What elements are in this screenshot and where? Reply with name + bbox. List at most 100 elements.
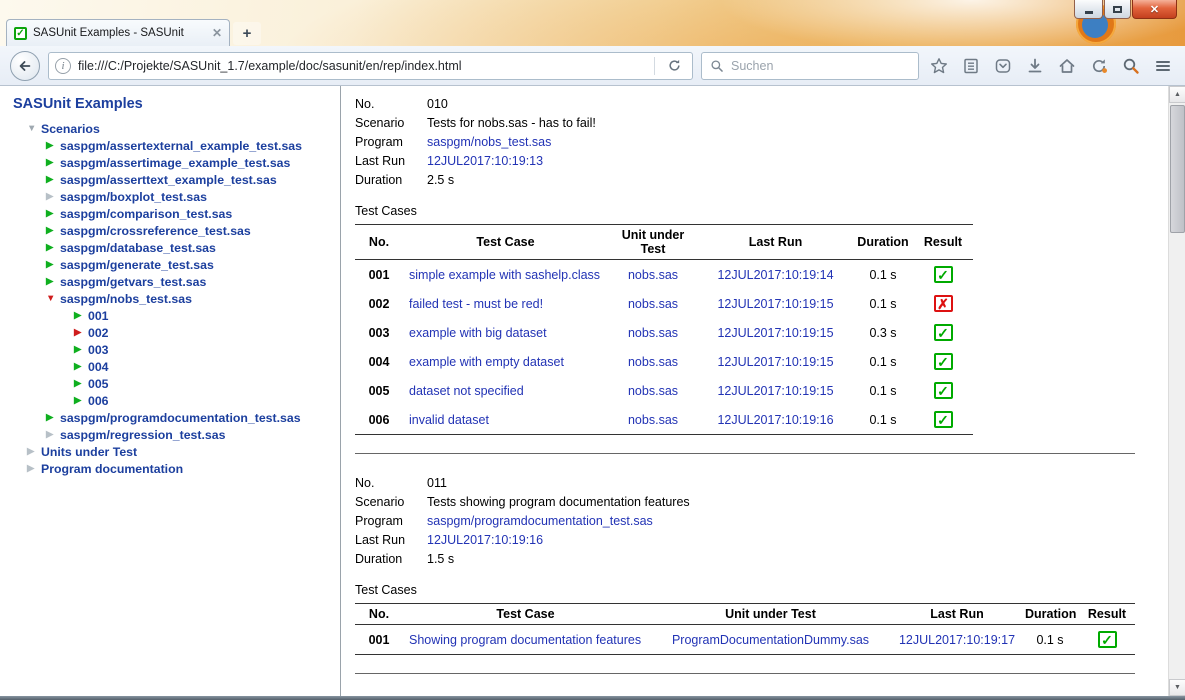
tree-item-label[interactable]: saspgm/nobs_test.sas (60, 292, 192, 306)
collapse-icon[interactable]: ▼ (46, 293, 60, 304)
tree-item-label[interactable]: saspgm/assertexternal_example_test.sas (60, 139, 302, 153)
close-button[interactable]: ✕ (1132, 0, 1177, 19)
tree-item-13[interactable]: ▶ 003 (0, 341, 340, 358)
tree-item-19[interactable]: ▶ Units under Test (0, 443, 340, 460)
tree-item-7[interactable]: ▶ saspgm/database_test.sas (0, 239, 340, 256)
tree-item-label[interactable]: saspgm/asserttext_example_test.sas (60, 173, 277, 187)
collapse-icon[interactable]: ▼ (27, 123, 41, 134)
tree-item-6[interactable]: ▶ saspgm/crossreference_test.sas (0, 222, 340, 239)
tree-item-label[interactable]: saspgm/assertimage_example_test.sas (60, 156, 290, 170)
sync-icon[interactable] (1087, 54, 1111, 78)
tree-item-14[interactable]: ▶ 004 (0, 358, 340, 375)
detail-value-link[interactable]: saspgm/nobs_test.sas (427, 133, 551, 152)
expand-icon[interactable]: ▶ (46, 157, 60, 168)
expand-icon[interactable]: ▶ (46, 140, 60, 151)
tree-item-label[interactable]: saspgm/crossreference_test.sas (60, 224, 251, 238)
pocket-icon[interactable] (991, 54, 1015, 78)
tree-item-label[interactable]: saspgm/getvars_test.sas (60, 275, 206, 289)
tree-item-3[interactable]: ▶ saspgm/asserttext_example_test.sas (0, 171, 340, 188)
tree-item-15[interactable]: ▶ 005 (0, 375, 340, 392)
test-case-link[interactable]: failed test - must be red! (403, 289, 608, 318)
url-bar[interactable]: i file:///C:/Projekte/SASUnit_1.7/exampl… (48, 51, 693, 80)
last-run-link[interactable]: 12JUL2017:10:19:15 (698, 289, 853, 318)
last-run-link[interactable]: 12JUL2017:10:19:17 (893, 625, 1021, 655)
tree-item-label[interactable]: Scenarios (41, 122, 100, 136)
tree-item-20[interactable]: ▶ Program documentation (0, 460, 340, 477)
last-run-link[interactable]: 12JUL2017:10:19:15 (698, 347, 853, 376)
last-run-link[interactable]: 12JUL2017:10:19:15 (698, 376, 853, 405)
downloads-icon[interactable] (1023, 54, 1047, 78)
tree-item-label[interactable]: saspgm/database_test.sas (60, 241, 216, 255)
expand-icon[interactable]: ▶ (74, 395, 88, 406)
unit-under-test-link[interactable]: nobs.sas (608, 289, 698, 318)
tab-sasunit-examples[interactable]: ✓ SASUnit Examples - SASUnit ✕ (6, 19, 230, 46)
unit-under-test-link[interactable]: nobs.sas (608, 347, 698, 376)
expand-icon[interactable]: ▶ (74, 361, 88, 372)
detail-value-link[interactable]: 12JUL2017:10:19:16 (427, 531, 543, 550)
detail-value-link[interactable]: 12JUL2017:10:19:13 (427, 152, 543, 171)
detail-value-link[interactable]: saspgm/programdocumentation_test.sas (427, 512, 653, 531)
tree-item-label[interactable]: saspgm/comparison_test.sas (60, 207, 232, 221)
tree-item-0[interactable]: ▼ Scenarios (0, 120, 340, 137)
page-info-icon[interactable]: i (55, 57, 71, 74)
last-run-link[interactable]: 12JUL2017:10:19:15 (698, 318, 853, 347)
new-tab-button[interactable]: + (233, 22, 261, 45)
expand-icon[interactable]: ▶ (27, 463, 41, 474)
tree-item-label[interactable]: Program documentation (41, 462, 183, 476)
expand-icon[interactable]: ▶ (46, 412, 60, 423)
test-case-link[interactable]: example with empty dataset (403, 347, 608, 376)
tree-item-label[interactable]: Units under Test (41, 445, 137, 459)
tree-item-12[interactable]: ▶ 002 (0, 324, 340, 341)
maximize-button[interactable] (1104, 0, 1131, 19)
expand-icon[interactable]: ▶ (74, 378, 88, 389)
tree-item-label[interactable]: 001 (88, 309, 109, 323)
tree-item-1[interactable]: ▶ saspgm/assertexternal_example_test.sas (0, 137, 340, 154)
tree-item-17[interactable]: ▶ saspgm/programdocumentation_test.sas (0, 409, 340, 426)
unit-under-test-link[interactable]: nobs.sas (608, 376, 698, 405)
url-text[interactable]: file:///C:/Projekte/SASUnit_1.7/example/… (78, 59, 647, 73)
tree-item-label[interactable]: 004 (88, 360, 109, 374)
menu-icon[interactable] (1151, 54, 1175, 78)
tree-item-label[interactable]: 005 (88, 377, 109, 391)
scrollbar-thumb[interactable] (1170, 105, 1185, 233)
test-case-link[interactable]: example with big dataset (403, 318, 608, 347)
unit-under-test-link[interactable]: ProgramDocumentationDummy.sas (648, 625, 893, 655)
vertical-scrollbar[interactable]: ▲ ▼ (1168, 86, 1185, 696)
last-run-link[interactable]: 12JUL2017:10:19:14 (698, 260, 853, 290)
search-box[interactable]: Suchen (701, 51, 919, 80)
tree-item-label[interactable]: saspgm/regression_test.sas (60, 428, 225, 442)
search-addon-icon[interactable] (1119, 54, 1143, 78)
expand-icon[interactable]: ▶ (46, 208, 60, 219)
expand-icon[interactable]: ▶ (74, 327, 88, 338)
expand-icon[interactable]: ▶ (46, 191, 60, 202)
tree-item-label[interactable]: saspgm/boxplot_test.sas (60, 190, 207, 204)
tree-item-2[interactable]: ▶ saspgm/assertimage_example_test.sas (0, 154, 340, 171)
expand-icon[interactable]: ▶ (46, 174, 60, 185)
expand-icon[interactable]: ▶ (46, 259, 60, 270)
tree-item-label[interactable]: 002 (88, 326, 109, 340)
tree-item-label[interactable]: 006 (88, 394, 109, 408)
expand-icon[interactable]: ▶ (46, 225, 60, 236)
bookmarks-menu-icon[interactable] (959, 54, 983, 78)
unit-under-test-link[interactable]: nobs.sas (608, 318, 698, 347)
expand-icon[interactable]: ▶ (46, 242, 60, 253)
unit-under-test-link[interactable]: nobs.sas (608, 405, 698, 435)
expand-icon[interactable]: ▶ (74, 310, 88, 321)
scroll-up-icon[interactable]: ▲ (1169, 86, 1185, 103)
tree-item-18[interactable]: ▶ saspgm/regression_test.sas (0, 426, 340, 443)
unit-under-test-link[interactable]: nobs.sas (608, 260, 698, 290)
tree-item-label[interactable]: saspgm/programdocumentation_test.sas (60, 411, 301, 425)
minimize-button[interactable] (1074, 0, 1103, 19)
tree-item-16[interactable]: ▶ 006 (0, 392, 340, 409)
tree-item-label[interactable]: saspgm/generate_test.sas (60, 258, 214, 272)
search-input[interactable]: Suchen (731, 59, 773, 73)
test-case-link[interactable]: simple example with sashelp.class (403, 260, 608, 290)
home-icon[interactable] (1055, 54, 1079, 78)
test-case-link[interactable]: Showing program documentation features (403, 625, 648, 655)
tree-item-label[interactable]: 003 (88, 343, 109, 357)
expand-icon[interactable]: ▶ (46, 276, 60, 287)
last-run-link[interactable]: 12JUL2017:10:19:16 (698, 405, 853, 435)
back-button[interactable] (10, 50, 40, 81)
expand-icon[interactable]: ▶ (74, 344, 88, 355)
tree-item-9[interactable]: ▶ saspgm/getvars_test.sas (0, 273, 340, 290)
